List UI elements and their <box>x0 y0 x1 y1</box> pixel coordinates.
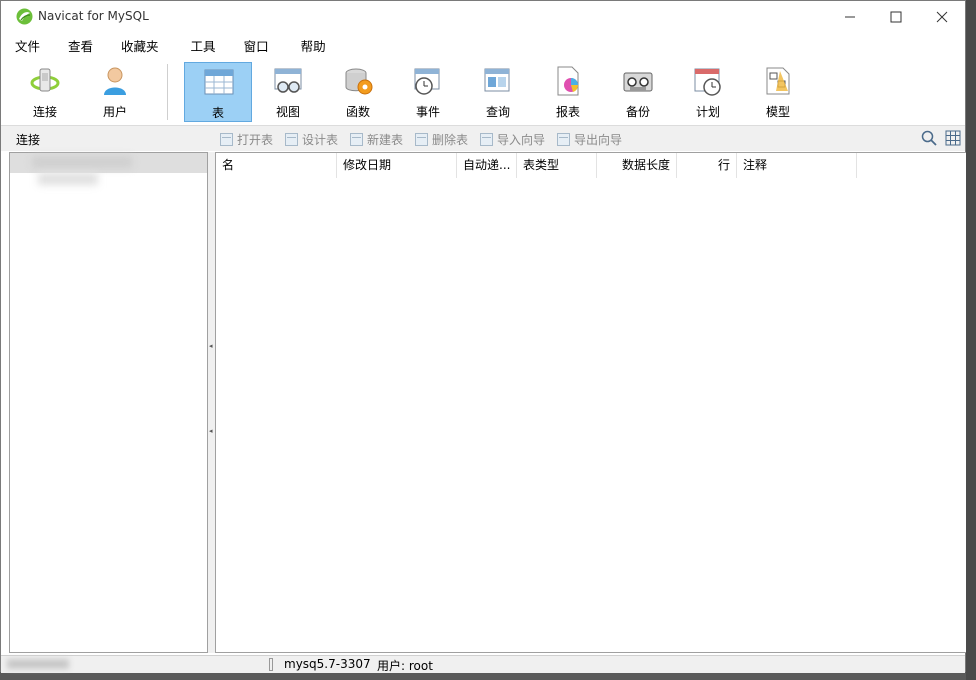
close-icon <box>936 11 948 22</box>
design-table-icon <box>285 133 298 146</box>
redacted-connection-name <box>32 156 132 168</box>
export-wizard-label: 导出向导 <box>574 133 623 147</box>
toolbar-separator <box>167 64 168 120</box>
splitter-grip-bottom: ◂ <box>209 427 213 435</box>
backup-tape-icon <box>623 72 653 92</box>
new-table-button[interactable]: 新建表 <box>350 131 403 148</box>
column-data-length[interactable]: 数据长度 <box>597 153 677 178</box>
status-connection: mysq5.7-3307 <box>284 657 371 671</box>
column-name[interactable]: 名 <box>216 153 337 178</box>
column-auto-increment[interactable]: 自动递... <box>457 153 517 178</box>
column-rows[interactable]: 行 <box>677 153 737 178</box>
table-header: 名 修改日期 自动递... 表类型 数据长度 行 注释 <box>216 153 966 178</box>
column-comment[interactable]: 注释 <box>737 153 857 178</box>
maximize-icon <box>890 11 902 22</box>
user-icon <box>104 67 126 95</box>
view-label: 视图 <box>275 105 300 119</box>
open-table-label: 打开表 <box>237 133 274 147</box>
connection-tree[interactable] <box>9 152 208 653</box>
design-table-label: 设计表 <box>302 133 339 147</box>
query-button[interactable]: 查询 <box>464 62 532 122</box>
backup-button[interactable]: 备份 <box>604 62 672 122</box>
close-button[interactable] <box>919 1 965 32</box>
user-button[interactable]: 用户 <box>81 62 149 122</box>
menu-tools[interactable]: 工具 <box>177 36 216 55</box>
menu-file[interactable]: 文件 <box>1 36 40 55</box>
delete-table-button[interactable]: 删除表 <box>415 131 468 148</box>
event-clock-icon <box>414 68 440 95</box>
connection-plug-icon <box>30 68 60 92</box>
import-wizard-icon <box>480 133 493 146</box>
schedule-calendar-icon <box>694 68 721 96</box>
table-label: 表 <box>211 106 224 120</box>
maximize-button[interactable] <box>873 1 919 32</box>
event-button[interactable]: 事件 <box>394 62 462 122</box>
menu-window[interactable]: 窗口 <box>230 36 269 55</box>
delete-table-label: 删除表 <box>432 133 469 147</box>
redacted-tree-item <box>38 173 98 185</box>
connect-button[interactable]: 连接 <box>11 62 79 122</box>
minimize-button[interactable] <box>827 1 873 32</box>
connect-label: 连接 <box>32 105 57 119</box>
column-table-type[interactable]: 表类型 <box>517 153 597 178</box>
new-table-icon <box>350 133 363 146</box>
status-user: 用户: root <box>377 659 433 673</box>
query-label: 查询 <box>485 105 510 119</box>
desktop-background <box>966 0 976 680</box>
minimize-icon <box>845 16 855 17</box>
column-modified-date[interactable]: 修改日期 <box>337 153 457 178</box>
model-label: 模型 <box>765 105 790 119</box>
model-icon <box>766 67 790 95</box>
report-button[interactable]: 报表 <box>534 62 602 122</box>
status-connection-icon <box>269 658 273 671</box>
connections-header: 连接 <box>16 133 41 147</box>
view-button[interactable]: 视图 <box>254 62 322 122</box>
design-table-button[interactable]: 设计表 <box>285 131 338 148</box>
navicat-logo-icon <box>16 8 33 25</box>
redacted-status <box>7 659 69 669</box>
object-toolbar: 连接 打开表 设计表 新建表 删除表 导入向导 导出向导 <box>1 126 965 151</box>
open-table-icon <box>220 133 233 146</box>
function-gear-icon <box>345 68 373 95</box>
new-table-label: 新建表 <box>367 133 404 147</box>
main-toolbar: 连接 用户 表 视图 函数 事件 查询 报表 备份 计划 模型 <box>1 58 965 126</box>
tree-row-selected[interactable] <box>10 153 207 173</box>
model-button[interactable]: 模型 <box>744 62 812 122</box>
object-list[interactable]: 名 修改日期 自动递... 表类型 数据长度 行 注释 <box>215 152 967 653</box>
open-table-button[interactable]: 打开表 <box>220 131 273 148</box>
table-icon <box>204 69 234 95</box>
query-icon <box>484 68 510 92</box>
import-wizard-label: 导入向导 <box>497 133 546 147</box>
menu-favorites[interactable]: 收藏夹 <box>107 36 159 55</box>
report-label: 报表 <box>555 105 580 119</box>
menu-bar: 文件 查看 收藏夹 工具 窗口 帮助 <box>1 32 965 58</box>
splitter-grip-top: ◂ <box>209 342 213 350</box>
report-icon <box>557 66 579 96</box>
grid-view-icon[interactable] <box>945 130 961 146</box>
status-bar: mysq5.7-3307 用户: root <box>1 655 965 673</box>
event-label: 事件 <box>415 105 440 119</box>
menu-help[interactable]: 帮助 <box>287 36 326 55</box>
search-icon[interactable] <box>921 130 937 146</box>
export-wizard-icon <box>557 133 570 146</box>
view-glasses-icon <box>274 68 302 93</box>
export-wizard-button[interactable]: 导出向导 <box>557 131 622 148</box>
backup-label: 备份 <box>625 105 650 119</box>
user-label: 用户 <box>102 105 127 119</box>
window-title: Navicat for MySQL <box>38 9 149 23</box>
function-label: 函数 <box>345 105 370 119</box>
delete-table-icon <box>415 133 428 146</box>
function-button[interactable]: 函数 <box>324 62 392 122</box>
schedule-button[interactable]: 计划 <box>674 62 742 122</box>
schedule-label: 计划 <box>695 105 720 119</box>
panel-splitter[interactable]: ◂ ◂ <box>208 152 215 653</box>
menu-view[interactable]: 查看 <box>54 36 93 55</box>
import-wizard-button[interactable]: 导入向导 <box>480 131 545 148</box>
title-bar: Navicat for MySQL <box>1 1 965 32</box>
app-window: Navicat for MySQL 文件 查看 收藏夹 工具 窗口 帮助 连接 … <box>0 0 967 673</box>
table-button[interactable]: 表 <box>184 62 252 122</box>
